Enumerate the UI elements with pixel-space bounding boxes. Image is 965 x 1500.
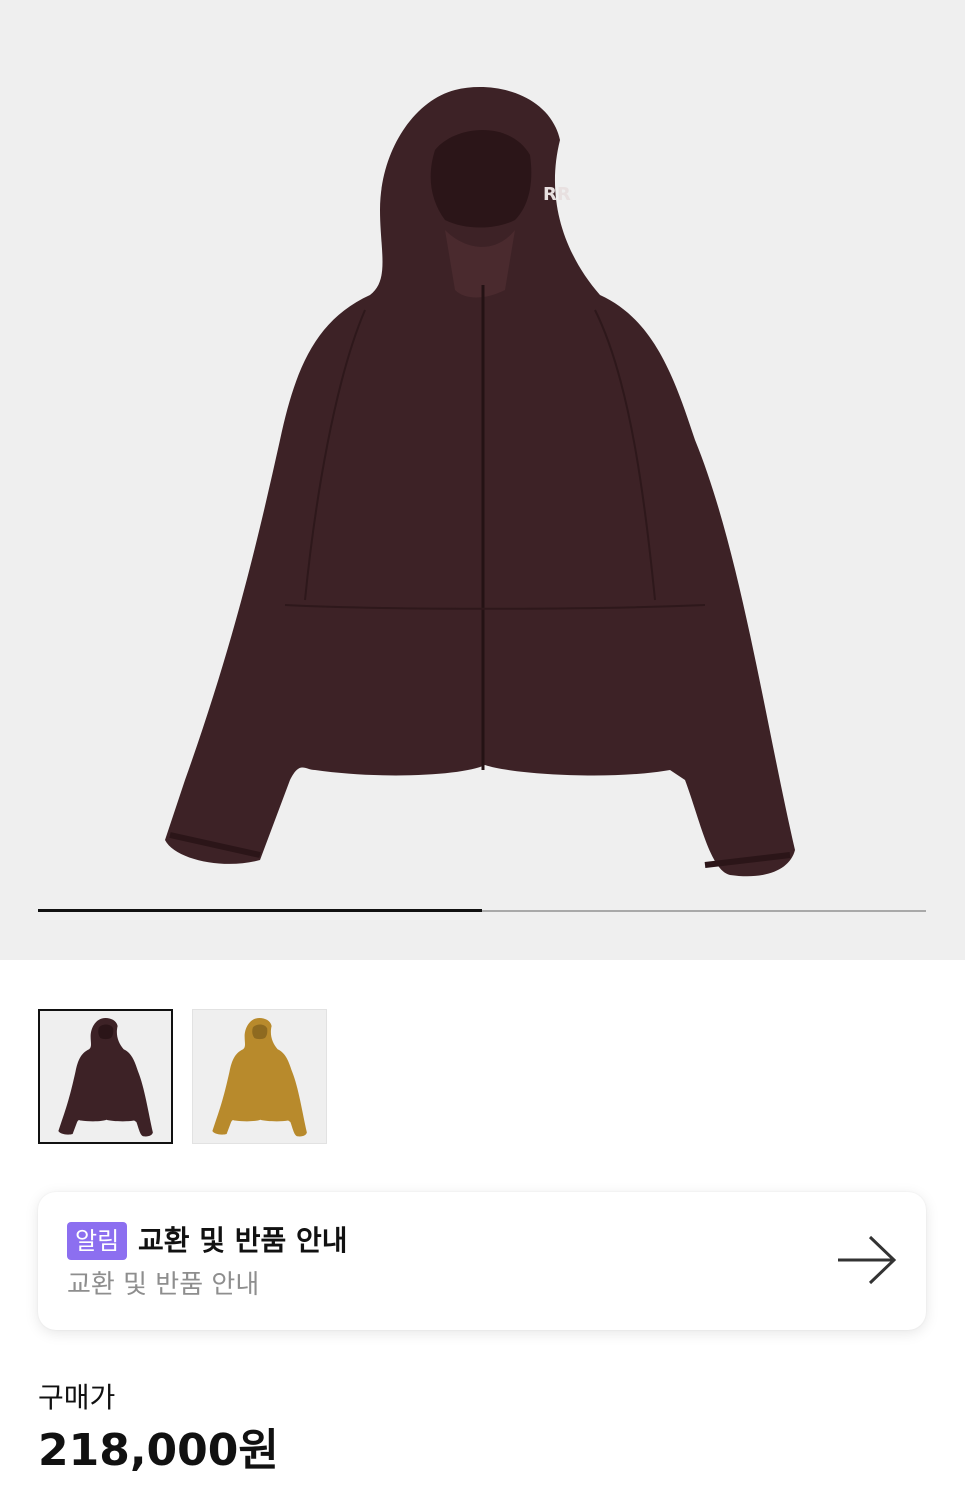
- arrow-right-icon[interactable]: [836, 1234, 898, 1286]
- notice-subtitle: 교환 및 반품 안내: [67, 1270, 260, 1300]
- product-image-gallery[interactable]: RR: [0, 0, 965, 960]
- notice-badge: 알림: [67, 1222, 128, 1260]
- price-label: 구매가: [38, 1381, 116, 1414]
- jacket-thumbnail-icon: [211, 1017, 307, 1136]
- svg-text:RR: RR: [543, 184, 571, 205]
- gallery-progress-bar: [38, 909, 926, 912]
- jacket-photo: RR: [165, 87, 795, 877]
- exchange-return-notice-card[interactable]: 알림 교환 및 반품 안내 교환 및 반품 안내: [38, 1192, 926, 1330]
- thumbnail-mustard[interactable]: [192, 1009, 327, 1144]
- thumbnail-burgundy[interactable]: [38, 1009, 173, 1144]
- price-value: 218,000원: [38, 1425, 279, 1476]
- gallery-progress-fill: [38, 909, 482, 912]
- jacket-thumbnail-icon: [57, 1017, 153, 1136]
- notice-title: 교환 및 반품 안내: [138, 1224, 348, 1257]
